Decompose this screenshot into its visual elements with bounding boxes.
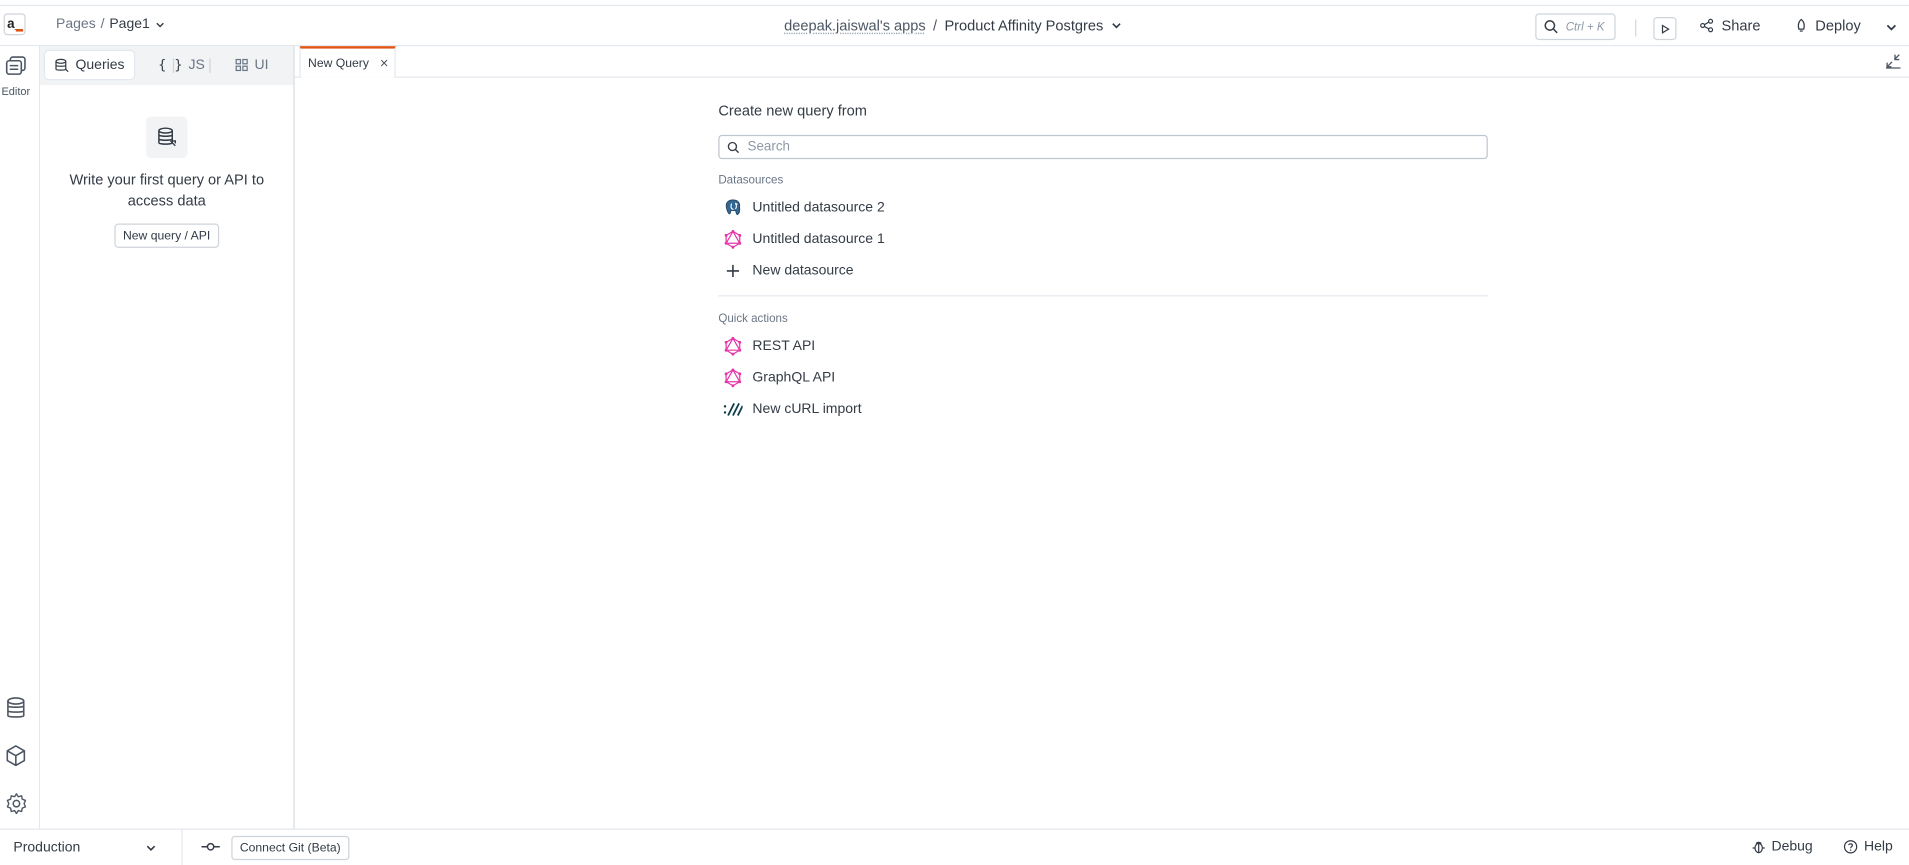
- new-query-api-button[interactable]: New query / API: [114, 223, 219, 248]
- editor-tab-bar: New Query ×: [294, 46, 1909, 78]
- graphql-icon: [723, 229, 742, 249]
- share-label: Share: [1721, 17, 1761, 35]
- header-divider: [1635, 19, 1637, 37]
- datasource-nav-item[interactable]: [4, 696, 28, 720]
- new-datasource-item[interactable]: New datasource: [723, 259, 854, 283]
- share-button[interactable]: Share: [1700, 17, 1761, 34]
- datasource-search-input[interactable]: Search: [718, 134, 1488, 160]
- search-icon: [727, 141, 740, 153]
- segment-queries[interactable]: Queries: [45, 51, 135, 79]
- braces-icon: { }: [158, 57, 183, 73]
- environment-label: Production: [13, 840, 81, 856]
- breadcrumb-root[interactable]: Pages: [56, 17, 96, 32]
- quick-action-item[interactable]: REST API: [723, 334, 815, 358]
- section-divider: [718, 295, 1488, 297]
- quick-action-label: GraphQL API: [752, 370, 836, 386]
- debug-button[interactable]: Debug: [1752, 839, 1813, 854]
- datasource-item[interactable]: Untitled datasource 1: [723, 227, 885, 251]
- rocket-icon: [1797, 18, 1805, 32]
- grid-icon: [235, 58, 248, 72]
- omnibar-search[interactable]: Ctrl + K: [1535, 13, 1616, 41]
- quick-actions-section-label: Quick actions: [718, 312, 788, 326]
- search-placeholder: Search: [747, 139, 790, 155]
- breadcrumb[interactable]: Pages / Page1: [56, 17, 166, 32]
- segment-label: JS: [188, 57, 205, 73]
- postgres-icon: [723, 198, 742, 217]
- preview-button[interactable]: [1653, 17, 1677, 41]
- datasource-label: New datasource: [752, 263, 854, 279]
- chevron-down-icon[interactable]: [1111, 19, 1123, 31]
- database-icon: [158, 127, 176, 147]
- app-name[interactable]: Product Affinity Postgres: [944, 17, 1103, 34]
- settings-icon: [6, 792, 26, 814]
- chevron-down-icon: [146, 845, 156, 851]
- pages-icon: [5, 56, 26, 75]
- packages-nav-item[interactable]: [4, 744, 28, 768]
- segment-label: Queries: [75, 57, 125, 73]
- tab-label: New Query: [308, 56, 369, 70]
- app-title[interactable]: deepak.jaiswal's apps / Product Affinity…: [784, 17, 1123, 34]
- top-header: a_ Pages / Page1 deepak.jaiswal's apps /…: [0, 4, 1909, 47]
- breadcrumb-page[interactable]: Page1: [109, 17, 150, 32]
- datasource-label: Untitled datasource 1: [752, 232, 885, 247]
- connect-git-button[interactable]: Connect Git (Beta): [231, 835, 350, 861]
- logo-text: a_: [7, 17, 23, 32]
- segment-js[interactable]: { } JS: [149, 51, 215, 79]
- pane-title: Create new query from: [718, 102, 867, 120]
- quick-action-label: New cURL import: [752, 402, 862, 417]
- bug-icon: [1752, 841, 1765, 854]
- app-frame: a_ Pages / Page1 deepak.jaiswal's apps /…: [0, 0, 1909, 865]
- datasource-icon: [7, 697, 25, 718]
- datasource-label: Untitled datasource 2: [752, 200, 885, 216]
- editor-label: Editor: [1, 85, 31, 98]
- git-commit-icon: [201, 842, 220, 851]
- close-icon[interactable]: ×: [380, 55, 389, 72]
- left-rail: Editor: [0, 46, 41, 829]
- breadcrumb-separator: /: [100, 17, 105, 32]
- debug-label: Debug: [1771, 839, 1813, 855]
- deploy-label: Deploy: [1815, 17, 1861, 35]
- play-icon: [1661, 23, 1670, 34]
- chevron-down-icon: [156, 22, 164, 27]
- plus-icon: [723, 261, 742, 280]
- quick-action-label: REST API: [752, 338, 816, 354]
- bottom-bar: Production Connect Git (Beta) Debug Help: [0, 828, 1909, 865]
- app-logo[interactable]: a_: [3, 13, 26, 36]
- settings-nav-item[interactable]: [4, 791, 28, 815]
- share-icon: [1700, 18, 1714, 33]
- tab-new-query[interactable]: New Query ×: [299, 46, 396, 78]
- explorer-segment-control: Queries { } JS UI: [40, 46, 294, 86]
- graphql-icon: [723, 336, 742, 356]
- environment-select[interactable]: Production: [0, 829, 183, 865]
- search-shortcut: Ctrl + K: [1565, 20, 1605, 34]
- datasource-item[interactable]: Untitled datasource 2: [723, 196, 885, 220]
- app-title-separator: /: [933, 17, 938, 35]
- query-icon: [55, 58, 69, 72]
- graphql-icon: [723, 368, 742, 388]
- segment-divider: [209, 58, 211, 73]
- datasources-section-label: Datasources: [718, 173, 784, 188]
- curl-icon: [723, 400, 743, 419]
- help-icon: [1843, 840, 1858, 854]
- workspace-link[interactable]: deepak.jaiswal's apps: [784, 17, 926, 34]
- help-label: Help: [1863, 839, 1893, 855]
- create-query-pane: Create new query from Search Datasources…: [718, 102, 1488, 417]
- collapse-icon[interactable]: [1885, 52, 1902, 69]
- editor-nav-item[interactable]: Editor: [0, 53, 32, 97]
- quick-action-item[interactable]: New cURL import: [723, 397, 862, 421]
- explorer-panel: Queries { } JS UI Write your first query…: [40, 46, 295, 829]
- chevron-down-icon[interactable]: [1885, 21, 1898, 34]
- segment-label: UI: [254, 57, 269, 73]
- package-icon: [6, 745, 26, 767]
- quick-action-item[interactable]: GraphQL API: [723, 366, 835, 390]
- empty-state-icon-box: [146, 116, 188, 158]
- deploy-button[interactable]: Deploy: [1795, 17, 1861, 34]
- search-icon: [1544, 20, 1558, 34]
- segment-ui[interactable]: UI: [225, 51, 278, 79]
- empty-state-text: Write your first query or API to access …: [69, 171, 265, 209]
- help-button[interactable]: Help: [1843, 839, 1893, 855]
